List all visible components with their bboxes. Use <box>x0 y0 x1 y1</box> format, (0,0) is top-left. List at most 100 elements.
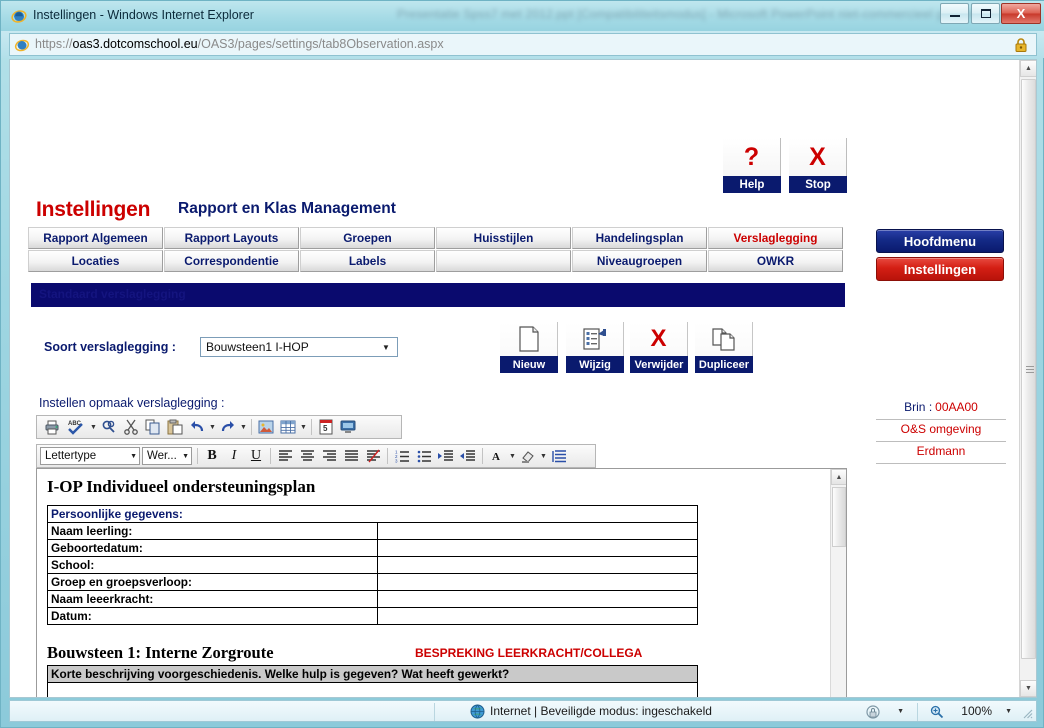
paste-icon[interactable] <box>164 417 186 437</box>
tab-rapport-algemeen[interactable]: Rapport Algemeen <box>28 227 163 249</box>
underline-icon[interactable]: U <box>245 446 267 466</box>
tab-locaties[interactable]: Locaties <box>28 250 163 272</box>
instellingen-button[interactable]: Instellingen <box>876 257 1004 281</box>
title-bar: Presentatie Spss7 met 2012.ppt [Compatib… <box>1 1 1044 31</box>
document-scroll-thumb[interactable] <box>832 487 846 547</box>
bold-icon[interactable]: B <box>201 446 223 466</box>
copy-icon[interactable] <box>142 417 164 437</box>
security-zone-icon[interactable] <box>866 704 884 720</box>
status-separator <box>434 703 435 721</box>
row-value-naam-leerkracht[interactable] <box>377 590 698 608</box>
resize-grip[interactable] <box>1021 707 1033 719</box>
zoom-caret-icon[interactable]: ▼ <box>1005 708 1012 715</box>
insert-table-caret-icon[interactable]: ▼ <box>299 417 308 437</box>
page-scroll-thumb[interactable] <box>1021 79 1036 659</box>
spellcheck-caret-icon[interactable]: ▼ <box>89 417 98 437</box>
nieuw-button[interactable]: Nieuw <box>500 322 558 373</box>
font-color-icon[interactable]: A <box>486 446 508 466</box>
url-host: oas3.dotcomschool.eu <box>72 37 198 51</box>
brin-value: 00AA00 <box>935 399 978 414</box>
page-scroll-up-button[interactable]: ▲ <box>1020 60 1036 77</box>
hoofdmenu-button[interactable]: Hoofdmenu <box>876 229 1004 253</box>
justify-icon[interactable] <box>340 446 362 466</box>
page-icon <box>14 39 30 52</box>
highlight-caret-icon[interactable]: ▼ <box>539 446 548 466</box>
cut-icon[interactable] <box>120 417 142 437</box>
verwijder-button-label: Verwijder <box>630 356 688 373</box>
align-left-icon[interactable] <box>274 446 296 466</box>
chevron-down-icon[interactable]: ▼ <box>130 448 137 464</box>
page-scroll-down-button[interactable]: ▼ <box>1020 680 1036 697</box>
page-content: ? Help X Stop Instellingen Rapport en Kl… <box>9 59 1037 698</box>
tab-owkr[interactable]: OWKR <box>708 250 843 272</box>
editor-toolbar-row-2: Lettertype ▼ Wer... ▼ B I U 1 2 3 A ▼ ▼ <box>36 444 596 468</box>
tab-correspondentie[interactable]: Correspondentie <box>164 250 299 272</box>
row-value-school[interactable] <box>377 556 698 574</box>
undo-caret-icon[interactable]: ▼ <box>208 417 217 437</box>
tab-rapport-layouts[interactable]: Rapport Layouts <box>164 227 299 249</box>
tab-handelingsplan[interactable]: Handelingsplan <box>572 227 707 249</box>
document-editor[interactable]: I-OP Individueel ondersteuningsplan Pers… <box>36 468 847 697</box>
paragraph-icon[interactable] <box>548 446 570 466</box>
zoom-magnifier-icon[interactable] <box>930 705 944 719</box>
document-scroll-up-button[interactable]: ▲ <box>831 469 846 485</box>
clear-format-icon[interactable] <box>362 446 384 466</box>
align-center-icon[interactable] <box>296 446 318 466</box>
highlight-icon[interactable] <box>517 446 539 466</box>
tab-labels[interactable]: Labels <box>300 250 435 272</box>
section-bar: Standaard verslaglegging <box>31 283 845 307</box>
row-value-geboortedatum[interactable] <box>377 539 698 557</box>
row-label-groep: Groep en groepsverloop: <box>47 573 378 591</box>
minimize-button[interactable] <box>940 3 969 24</box>
indent-increase-icon[interactable] <box>435 446 457 466</box>
print-icon[interactable] <box>41 417 63 437</box>
bullet-list-icon[interactable] <box>413 446 435 466</box>
chevron-down-icon[interactable]: ▼ <box>182 448 189 464</box>
spellcheck-icon[interactable]: ABC <box>63 417 89 437</box>
row-value-naam-leerling[interactable] <box>377 522 698 540</box>
font-family-select[interactable]: Lettertype ▼ <box>40 447 140 465</box>
document-body[interactable]: I-OP Individueel ondersteuningsplan Pers… <box>37 469 831 697</box>
row-label-geboortedatum: Geboortedatum: <box>47 539 378 557</box>
row-value-groep[interactable] <box>377 573 698 591</box>
screen-icon[interactable] <box>337 417 359 437</box>
wijzig-button-label: Wijzig <box>566 356 624 373</box>
tab-huisstijlen[interactable]: Huisstijlen <box>436 227 571 249</box>
redo-icon[interactable] <box>217 417 239 437</box>
insert-table-icon[interactable] <box>277 417 299 437</box>
ordered-list-icon[interactable]: 123 <box>391 446 413 466</box>
question-1-answer-box[interactable] <box>47 683 698 697</box>
row-value-datum[interactable] <box>377 607 698 625</box>
close-button[interactable]: X <box>1001 3 1041 24</box>
minimize-icon <box>941 4 968 23</box>
chevron-down-icon[interactable]: ▼ <box>378 338 394 356</box>
tab-groepen[interactable]: Groepen <box>300 227 435 249</box>
verwijder-button[interactable]: X Verwijder <box>630 322 688 373</box>
stop-button[interactable]: X Stop <box>789 138 847 193</box>
document-scrollbar[interactable]: ▲ ▼ <box>830 469 846 697</box>
soort-verslaglegging-select[interactable]: Bouwsteen1 I-HOP ▼ <box>200 337 398 357</box>
indent-decrease-icon[interactable] <box>457 446 479 466</box>
page-scrollbar[interactable]: ▲ ▼ <box>1019 60 1036 697</box>
field-icon[interactable]: 5 <box>315 417 337 437</box>
align-right-icon[interactable] <box>318 446 340 466</box>
svg-text:3: 3 <box>395 459 398 464</box>
maximize-button[interactable] <box>971 3 1000 24</box>
address-input[interactable]: https://oas3.dotcomschool.eu/OAS3/pages/… <box>9 33 1037 56</box>
dupliceer-button[interactable]: Dupliceer <box>695 322 753 373</box>
security-zone-caret-icon[interactable]: ▼ <box>897 708 904 715</box>
find-icon[interactable] <box>98 417 120 437</box>
font-size-select[interactable]: Wer... ▼ <box>142 447 192 465</box>
undo-icon[interactable] <box>186 417 208 437</box>
wijzig-button[interactable]: Wijzig <box>566 322 624 373</box>
redo-caret-icon[interactable]: ▼ <box>239 417 248 437</box>
help-button[interactable]: ? Help <box>723 138 781 193</box>
question-1-header: Korte beschrijving voorgeschiedenis. Wel… <box>47 665 698 683</box>
tab-niveaugroepen[interactable]: Niveaugroepen <box>572 250 707 272</box>
tab-verslaglegging[interactable]: Verslaglegging <box>708 227 843 249</box>
italic-icon[interactable]: I <box>223 446 245 466</box>
zoom-level: 100% <box>961 704 992 718</box>
insert-image-icon[interactable] <box>255 417 277 437</box>
row-label-school: School: <box>47 556 378 574</box>
font-color-caret-icon[interactable]: ▼ <box>508 446 517 466</box>
